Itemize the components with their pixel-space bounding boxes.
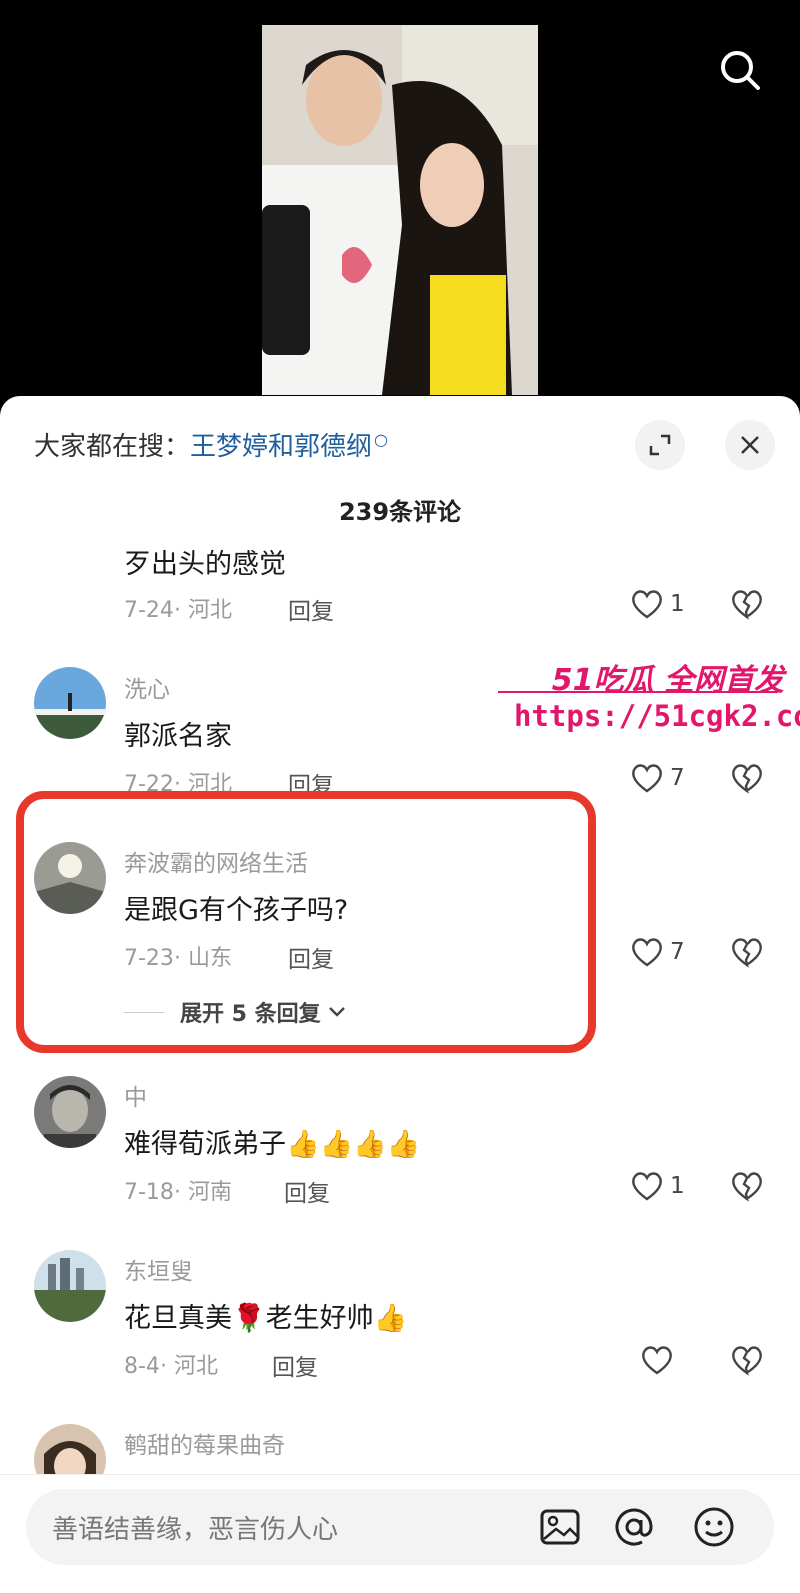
dislike-button[interactable]: [730, 1344, 764, 1380]
comment-text: 郭派名家: [124, 721, 232, 752]
image-icon: [540, 1509, 580, 1545]
avatar[interactable]: [34, 1250, 106, 1322]
broken-heart-icon: [732, 764, 762, 794]
heart-icon: [632, 938, 662, 967]
screen: 大家都在搜：王梦婷和郭德纲 ○ 239条评论 歹出头的感觉 7-24· 河北 回复…: [0, 0, 800, 1593]
avatar[interactable]: [34, 667, 106, 739]
broken-heart-icon: [732, 1172, 762, 1202]
avatar-image: [34, 1076, 106, 1148]
avatar[interactable]: [34, 1076, 106, 1148]
search-mini-icon: ○: [374, 430, 388, 450]
heart-icon: [632, 764, 662, 793]
avatar-image: [34, 1250, 106, 1322]
like-count: 1: [670, 591, 685, 617]
like-button[interactable]: 7: [630, 936, 685, 968]
comment-meta: 8-4· 河北: [124, 1354, 218, 1379]
watermark: 51吃瓜 全网首发 https://51cgk2.com: [498, 655, 800, 745]
comment-text: 歹出头的感觉: [124, 549, 286, 580]
like-button[interactable]: 1: [630, 588, 685, 620]
comment-region: 河北: [173, 1354, 218, 1379]
like-count: 1: [670, 1173, 685, 1199]
close-button[interactable]: [725, 420, 775, 470]
hot-search-bar[interactable]: 大家都在搜：王梦婷和郭德纲 ○: [34, 426, 388, 463]
dislike-button[interactable]: [730, 936, 764, 972]
avatar-image: [34, 667, 106, 739]
comment-text: 难得荀派弟子👍👍👍👍: [124, 1129, 421, 1160]
expand-icon: [649, 434, 671, 456]
comment-input[interactable]: 善语结善缘，恶言伤人心: [26, 1489, 774, 1565]
comment-date: 7-24: [124, 598, 174, 623]
broken-heart-icon: [732, 590, 762, 620]
heart-icon: [632, 1172, 662, 1201]
search-button[interactable]: [714, 44, 766, 96]
broken-heart-icon: [732, 1346, 762, 1376]
mention-button[interactable]: [610, 1503, 658, 1551]
comment-username[interactable]: 东垣叟: [124, 1252, 193, 1286]
comment-input-bar: 善语结善缘，恶言伤人心: [0, 1474, 800, 1593]
highlight-annotation: [16, 791, 596, 1053]
comment-text: 花旦真美🌹老生好帅👍: [124, 1303, 408, 1334]
comment-meta: 7-24· 河北: [124, 598, 232, 623]
comment-username[interactable]: 洗心: [124, 670, 170, 704]
reply-button[interactable]: 回复: [272, 1348, 318, 1382]
at-icon: [615, 1508, 653, 1546]
heart-icon: [632, 590, 662, 619]
comment-count: 239条评论: [338, 498, 462, 526]
heart-icon: [642, 1346, 672, 1375]
search-icon: [721, 51, 760, 90]
broken-heart-icon: [732, 938, 762, 968]
emoji-button[interactable]: [690, 1503, 738, 1551]
expand-button[interactable]: [635, 420, 685, 470]
watermark-url: https://51cgk2.com: [514, 699, 800, 733]
comment-username[interactable]: 鹌甜的莓果曲奇: [124, 1426, 285, 1460]
video-frame-image: [262, 25, 538, 395]
hot-search-keyword[interactable]: 王梦婷和郭德纲: [190, 432, 372, 462]
reply-button[interactable]: 回复: [284, 1174, 330, 1208]
like-count: 7: [670, 765, 685, 791]
video-preview[interactable]: [262, 25, 538, 395]
comment-date: 8-4: [124, 1354, 160, 1379]
comment-username[interactable]: 中: [124, 1078, 147, 1112]
image-button[interactable]: [536, 1503, 584, 1551]
comment-date: 7-18: [124, 1180, 174, 1205]
like-count: 7: [670, 939, 685, 965]
dislike-button[interactable]: [730, 1170, 764, 1206]
dislike-button[interactable]: [730, 588, 764, 624]
comment-input-placeholder: 善语结善缘，恶言伤人心: [52, 1515, 339, 1545]
comment-region: 河北: [187, 598, 232, 623]
comment-region: 河南: [187, 1180, 232, 1205]
dislike-button[interactable]: [730, 762, 764, 798]
emoji-icon: [694, 1507, 734, 1547]
reply-button[interactable]: 回复: [288, 592, 334, 626]
comment-meta: 7-18· 河南: [124, 1180, 232, 1205]
hot-search-prefix: 大家都在搜：: [34, 432, 191, 462]
close-icon: [741, 436, 759, 454]
like-button[interactable]: 7: [630, 762, 685, 794]
like-button[interactable]: [640, 1344, 680, 1376]
like-button[interactable]: 1: [630, 1170, 685, 1202]
watermark-line: [498, 691, 778, 693]
